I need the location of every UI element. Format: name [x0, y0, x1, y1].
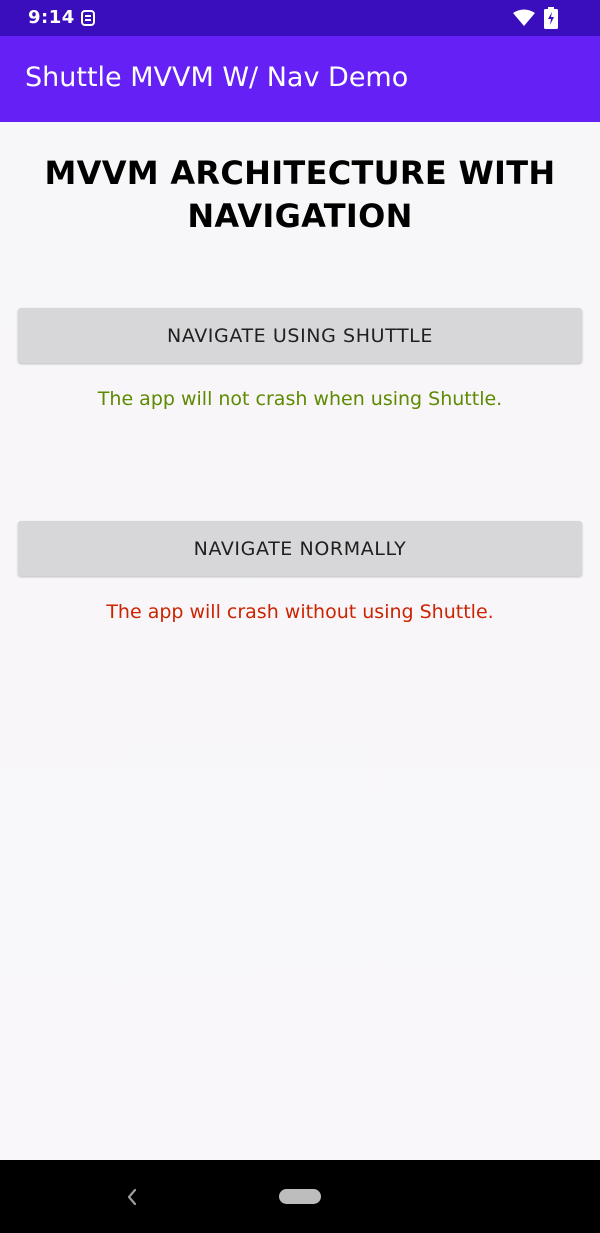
wifi-icon	[512, 9, 536, 27]
system-nav-bar	[0, 1160, 600, 1233]
app-title: Shuttle MVVM W/ Nav Demo	[25, 62, 409, 93]
main-content: MVVM ARCHITECTURE WITH NAVIGATION NAVIGA…	[0, 122, 600, 1160]
app-screen: 9:14 Shuttle MVVM W/ Nav Demo MVVM ARCHI…	[0, 0, 600, 1233]
status-bar: 9:14	[0, 0, 600, 36]
notification-icon	[80, 9, 96, 27]
navigate-using-shuttle-button[interactable]: NAVIGATE USING SHUTTLE	[18, 308, 582, 363]
normal-note: The app will crash without using Shuttle…	[106, 601, 494, 623]
navigate-normally-button[interactable]: NAVIGATE NORMALLY	[18, 521, 582, 576]
app-bar: Shuttle MVVM W/ Nav Demo	[0, 36, 600, 122]
shuttle-note: The app will not crash when using Shuttl…	[97, 388, 503, 410]
home-pill[interactable]	[279, 1189, 321, 1204]
status-time: 9:14	[28, 7, 75, 28]
battery-icon	[544, 7, 558, 29]
page-heading: MVVM ARCHITECTURE WITH NAVIGATION	[44, 154, 556, 235]
back-icon[interactable]	[124, 1187, 140, 1207]
